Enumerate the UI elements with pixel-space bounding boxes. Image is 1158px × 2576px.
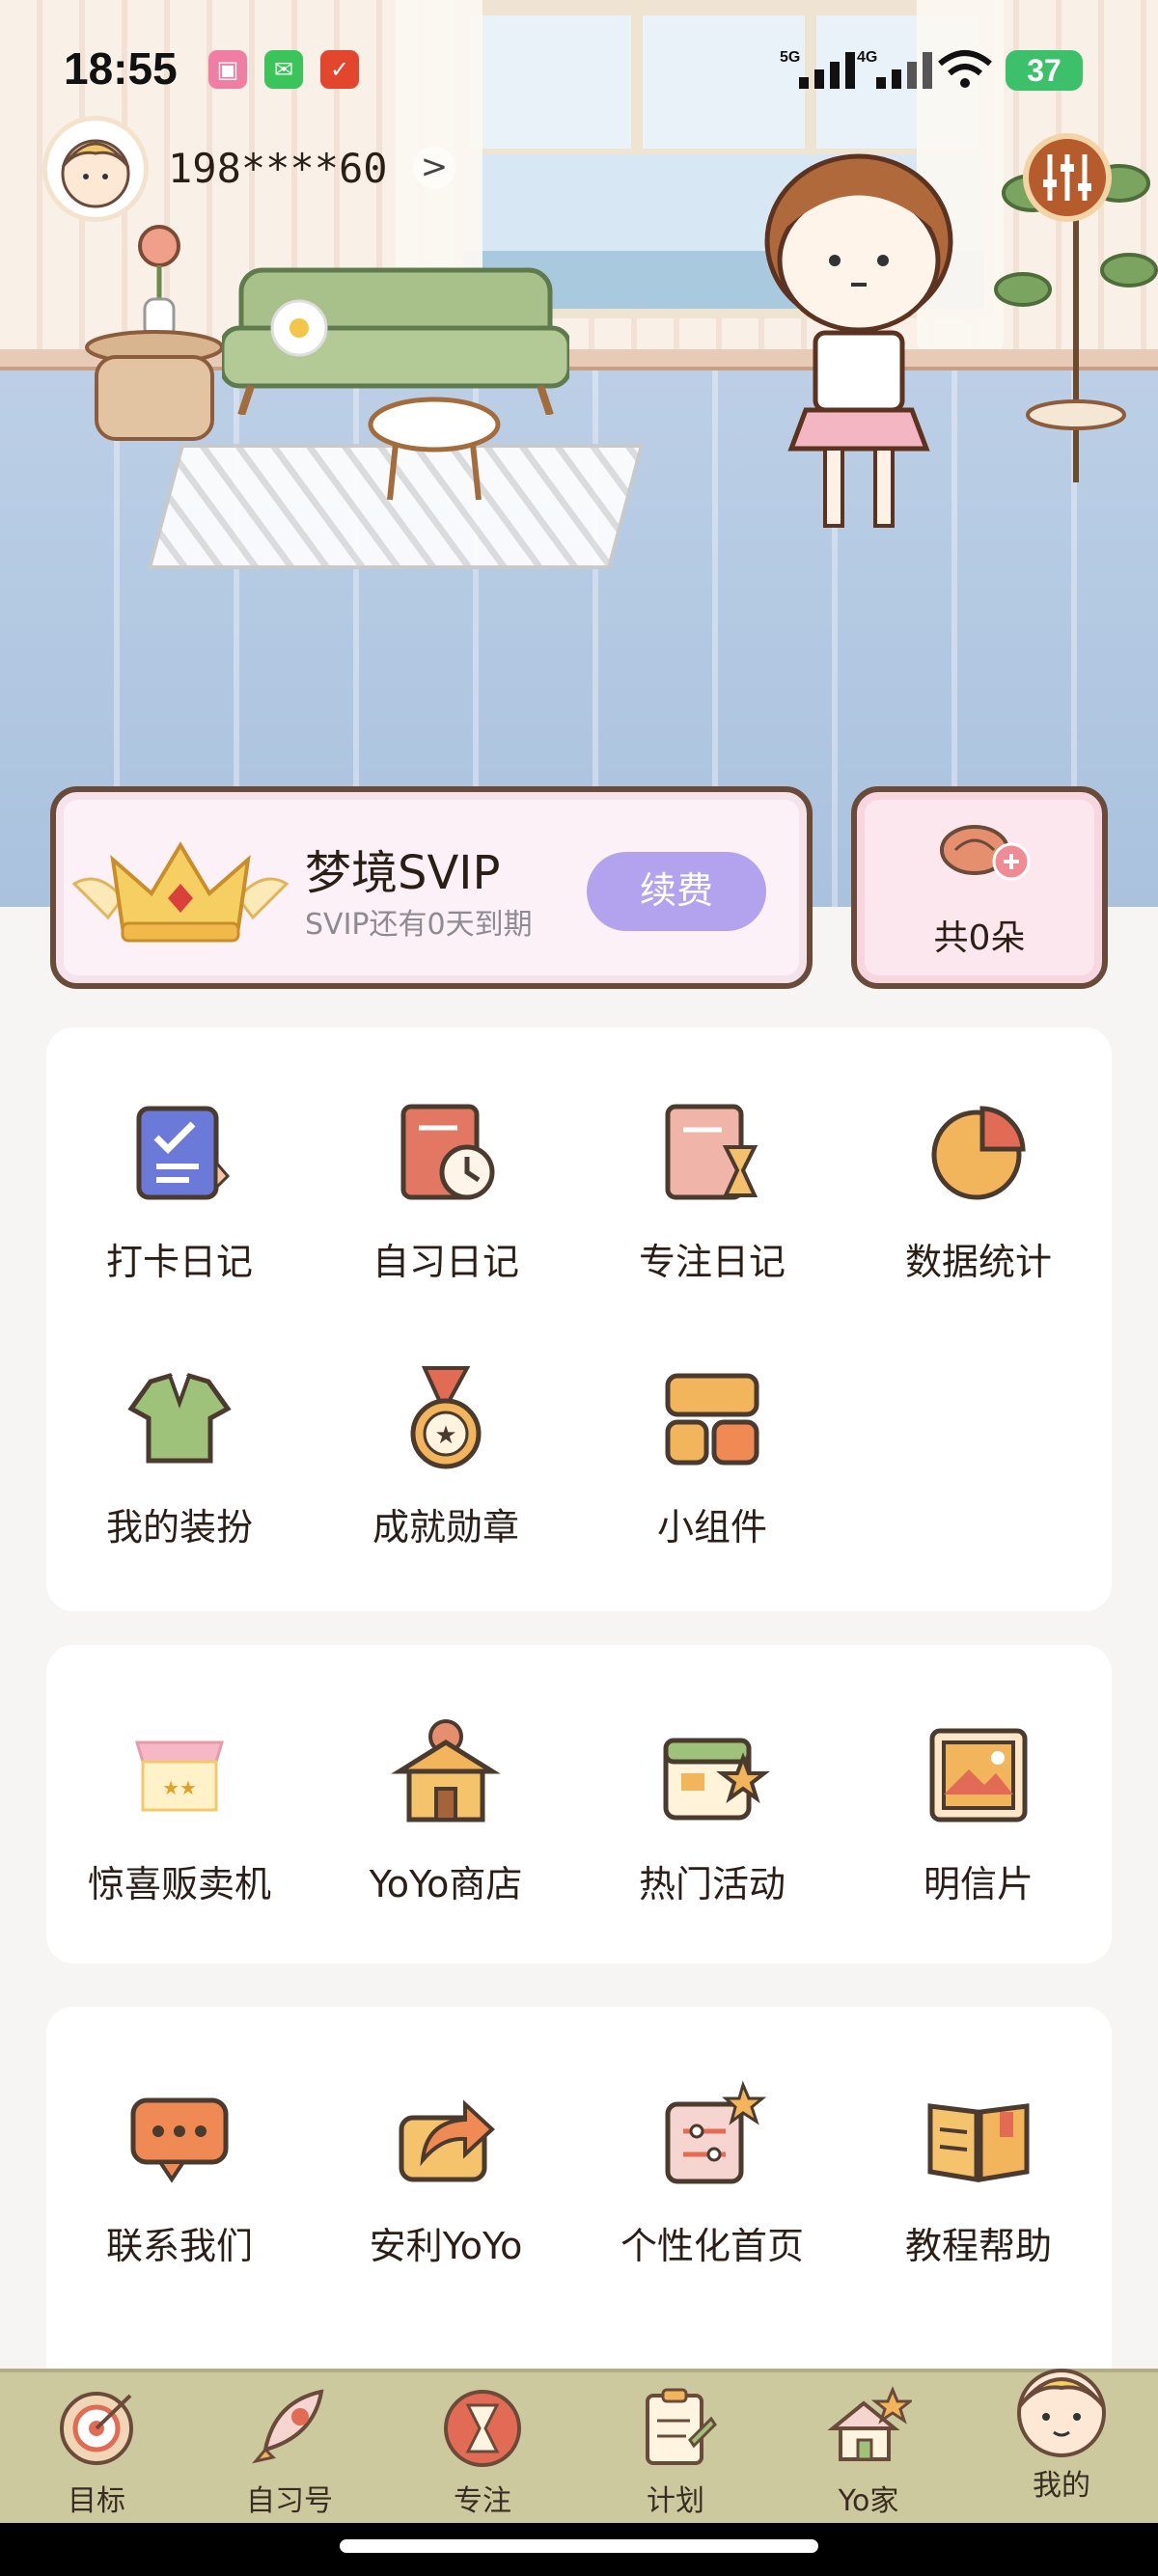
hourglass-icon <box>444 2390 521 2467</box>
tab-target[interactable]: 目标 <box>0 2382 193 2519</box>
recommend-yoyo-item[interactable]: 安利YoYo <box>313 2079 579 2269</box>
wechat-icon: ✉ <box>264 50 303 89</box>
medal-icon: ★ <box>410 1366 482 1469</box>
tab-label: 计划 <box>647 2484 704 2518</box>
tab-label: 我的 <box>1033 2469 1090 2503</box>
svip-expiry: SVIP还有0天到期 <box>305 908 533 942</box>
payment-app-icon: ✓ <box>320 50 359 89</box>
tab-label: 专注 <box>454 2484 511 2518</box>
tab-profile[interactable]: 我的 <box>965 2355 1158 2504</box>
help-card: 联系我们 安利YoYo 个性化首页 教程帮助 <box>46 2007 1112 2393</box>
item-label: 小组件 <box>656 1506 767 1548</box>
shop-icon <box>391 1719 501 1822</box>
widget-icon <box>665 1373 759 1466</box>
checklist-notebook-icon <box>136 1106 231 1200</box>
item-label: 个性化首页 <box>620 2225 804 2267</box>
item-label: 专注日记 <box>638 1241 786 1283</box>
wifi-icon <box>938 50 992 88</box>
tab-study-room[interactable]: 自习号 <box>193 2382 386 2519</box>
checkin-diary-item[interactable]: 打卡日记 <box>46 1095 313 1285</box>
my-outfit-item[interactable]: 我的装扮 <box>46 1360 313 1550</box>
book-clock-icon <box>400 1104 495 1200</box>
postcard-icon <box>929 1728 1028 1822</box>
yoyo-shop-item[interactable]: YoYo商店 <box>313 1717 579 1907</box>
postcard-item[interactable]: 明信片 <box>845 1717 1112 1907</box>
house-icon <box>827 2386 915 2461</box>
customize-icon <box>665 2080 767 2184</box>
item-label: 自习日记 <box>372 1241 519 1283</box>
item-label: 我的装扮 <box>105 1506 253 1548</box>
settings-sliders-button[interactable] <box>1023 133 1112 222</box>
status-bar: 18:55 ▣ ✉ ✓ 5G 4G 37 <box>0 0 1158 145</box>
focus-diary-item[interactable]: 专注日记 <box>579 1095 845 1285</box>
shop-card: ★★ 惊喜贩卖机 YoYo商店 热门活动 明信片 <box>46 1645 1112 1963</box>
item-label: 惊喜贩卖机 <box>87 1863 271 1905</box>
open-book-icon <box>927 2103 1030 2182</box>
yoyo-character <box>764 153 953 528</box>
item-label: 数据统计 <box>904 1241 1052 1283</box>
svg-text:★: ★ <box>434 1421 456 1450</box>
item-label: 打卡日记 <box>105 1241 253 1283</box>
tab-label: Yo家 <box>838 2484 899 2518</box>
item-label: 明信片 <box>923 1863 1034 1905</box>
contact-us-item[interactable]: 联系我们 <box>46 2079 313 2269</box>
avatar-face-icon <box>61 139 130 208</box>
tutorial-help-item[interactable]: 教程帮助 <box>845 2079 1112 2269</box>
item-label: 教程帮助 <box>904 2225 1052 2267</box>
phone-number[interactable]: 198****60 <box>168 145 388 192</box>
tab-plan[interactable]: 计划 <box>579 2382 772 2519</box>
item-label: 联系我们 <box>105 2225 253 2267</box>
pie-chart-icon <box>931 1106 1026 1200</box>
bilibili-icon: ▣ <box>208 50 247 89</box>
statistics-item[interactable]: 数据统计 <box>845 1095 1112 1285</box>
rocket-icon <box>252 2389 324 2464</box>
target-icon <box>60 2392 133 2465</box>
share-icon <box>399 2099 495 2182</box>
tab-yo-home[interactable]: Yo家 <box>772 2382 965 2519</box>
customize-home-item[interactable]: 个性化首页 <box>579 2079 845 2269</box>
tab-label: 目标 <box>68 2484 125 2518</box>
study-diary-item[interactable]: 自习日记 <box>313 1095 579 1285</box>
battery-indicator: 37 <box>1006 50 1083 91</box>
item-label: YoYo商店 <box>369 1863 523 1905</box>
side-table-with-flower <box>85 225 222 441</box>
chat-bubble-icon <box>130 2097 229 2183</box>
cellular-signal-2-icon: 4G <box>857 49 932 89</box>
widget-item[interactable]: 小组件 <box>579 1360 845 1550</box>
hourglass-book-icon <box>665 1104 758 1200</box>
hot-events-item[interactable]: 热门活动 <box>579 1717 845 1907</box>
cellular-signal-icon: 5G <box>780 49 855 89</box>
coffee-table <box>368 397 501 501</box>
vending-machine-icon: ★★ <box>134 1740 225 1812</box>
svg-text:★★: ★★ <box>162 1776 197 1799</box>
svip-title: 梦境SVIP <box>305 846 501 900</box>
tab-focus[interactable]: 专注 <box>386 2382 579 2519</box>
tools-card: 打卡日记 自习日记 专注日记 数据统计 我的装扮 ★ 成就勋章 小组件 <box>46 1028 1112 1611</box>
home-indicator[interactable] <box>340 2539 818 2553</box>
sweater-icon <box>127 1373 232 1464</box>
bottom-tab-bar: 目标 自习号 专注 计划 Yo家 我的 <box>0 2369 1158 2523</box>
profile-face-icon <box>1017 2369 1106 2457</box>
flower-add-icon <box>940 825 1031 881</box>
chevron-right-icon[interactable]: > <box>413 147 455 189</box>
item-label: 安利YoYo <box>369 2225 523 2267</box>
sofa <box>222 267 569 415</box>
clock: 18:55 <box>64 43 178 94</box>
achievement-medal-item[interactable]: ★ 成就勋章 <box>313 1360 579 1550</box>
tab-label: 自习号 <box>246 2484 333 2518</box>
crown-icon <box>71 841 290 943</box>
clipboard-icon <box>646 2388 717 2465</box>
sliders-icon <box>1043 154 1091 201</box>
svg-text:4G: 4G <box>857 49 877 66</box>
svip-card[interactable]: 梦境SVIP SVIP还有0天到期 续费 <box>50 786 813 989</box>
flower-count: 共0朵 <box>933 918 1026 958</box>
item-label: 热门活动 <box>638 1863 786 1905</box>
item-label: 成就勋章 <box>372 1506 519 1548</box>
avatar[interactable] <box>42 116 149 222</box>
svg-text:5G: 5G <box>780 49 800 66</box>
calendar-star-icon <box>663 1738 770 1821</box>
renew-button[interactable]: 续费 <box>587 852 766 931</box>
surprise-vending-item[interactable]: ★★ 惊喜贩卖机 <box>46 1717 313 1907</box>
flower-counter-card[interactable]: 共0朵 <box>851 786 1108 989</box>
